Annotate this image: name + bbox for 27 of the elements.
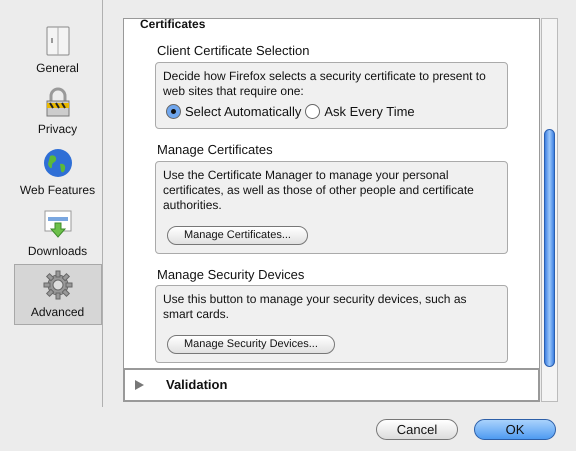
sidebar-item[interactable]: Advanced [14,264,102,325]
group-title: Manage Certificates [157,141,274,159]
group-title: Client Certificate Selection [157,42,310,60]
radio-label: Ask Every Time [324,102,415,121]
section-title: Validation [166,376,228,394]
scrollbar[interactable] [541,18,558,402]
scrollbar-thumb[interactable] [544,129,555,367]
radio-button[interactable] [166,104,181,119]
dialog-button[interactable]: OK [474,418,556,440]
group-description: Use this button to manage your security devices, such as smart cards. [163,292,468,322]
dialog-button[interactable]: Cancel [376,418,458,440]
sidebar-item[interactable]: Privacy [14,81,102,142]
disclosure-triangle-icon[interactable] [135,380,144,390]
group-description: Decide how Firefox selects a security certificate to present to web sites that require one: [163,68,487,98]
radio-label: Select Automatically [185,102,302,121]
group-description: Use the Certificate Manager to manage your personal certificates, as well as those of other people and certificate authorities. [163,168,475,212]
radio-button[interactable] [305,104,320,119]
download-window-icon [42,208,74,240]
push-button[interactable]: Manage Certificates... [167,226,308,244]
group-title: Manage Security Devices [157,266,306,284]
push-button[interactable]: Manage Security Devices... [167,335,335,354]
globe-icon [42,146,74,178]
sidebar-item[interactable]: Downloads [14,203,102,264]
sidebar-item[interactable]: Web Features [14,142,102,203]
gear-icon [42,268,74,300]
section-title: Certificates [140,18,206,30]
sidebar-item[interactable]: General [14,20,102,81]
